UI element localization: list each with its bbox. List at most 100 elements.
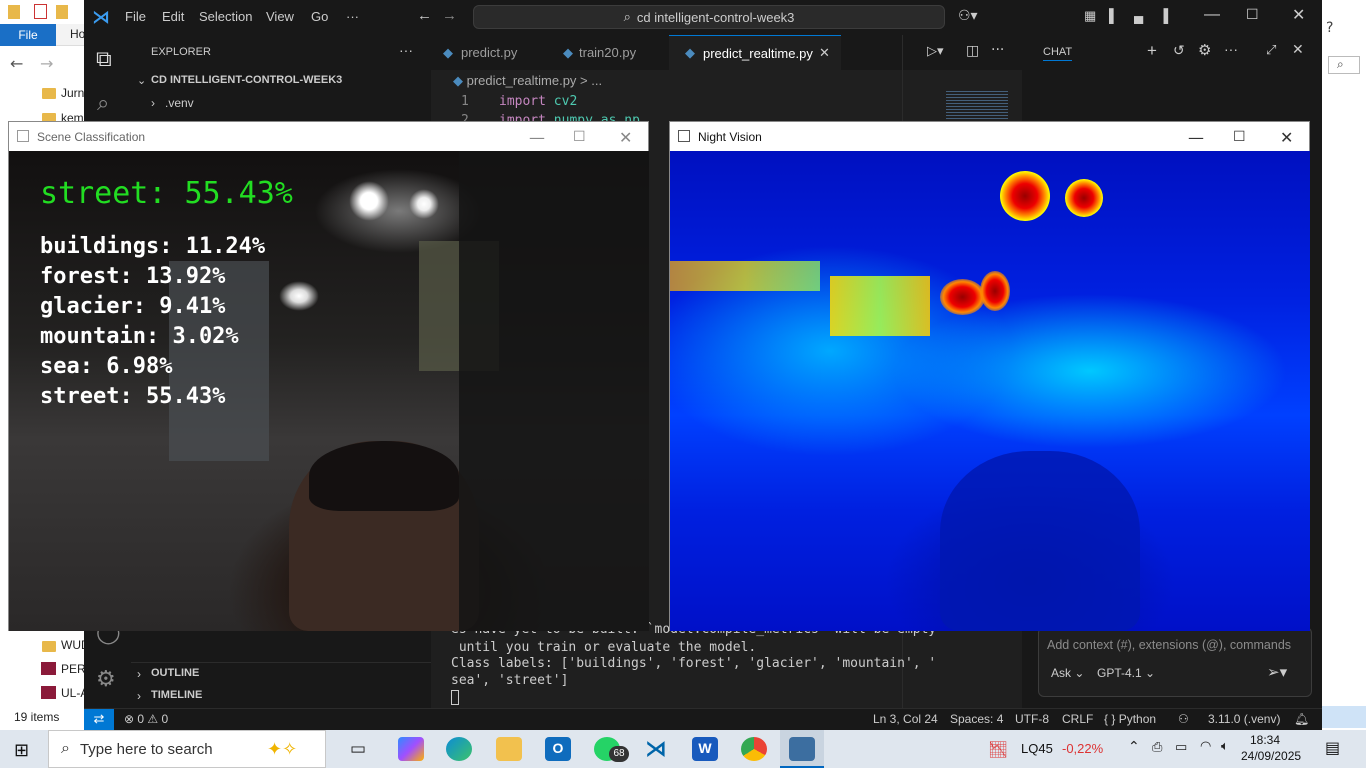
file-explorer-icon[interactable] xyxy=(496,737,522,761)
view-toggle-icon[interactable] xyxy=(1320,706,1366,728)
help-icon[interactable]: ? xyxy=(1326,20,1333,36)
maximize-icon[interactable]: ☐ xyxy=(573,129,586,145)
python-interpreter[interactable]: 3.11.0 (.venv) xyxy=(1208,712,1280,726)
task-view-icon[interactable]: ▭ xyxy=(350,739,366,759)
tab-predict-realtime[interactable]: ◆ predict_realtime.py ✕ xyxy=(669,35,841,70)
chevron-right-icon[interactable]: › xyxy=(137,689,141,703)
copilot-icon[interactable]: ⚇▾ xyxy=(958,7,978,24)
gear-icon[interactable]: ⚙ xyxy=(1198,41,1211,59)
stock-name[interactable]: LQ45 xyxy=(1021,741,1053,756)
windows-start-icon[interactable]: ⊞ xyxy=(14,740,29,761)
copilot-icon[interactable] xyxy=(398,737,424,761)
toggle-panel-icon[interactable]: ▄ xyxy=(1134,8,1143,23)
stock-chart-icon[interactable]: 📉︎ xyxy=(988,740,1008,759)
chat-model-select[interactable]: GPT-4.1 ⌄ xyxy=(1097,666,1155,680)
timeline-section[interactable]: TIMELINE xyxy=(151,689,202,701)
gear-icon[interactable]: ⚙ xyxy=(96,667,116,692)
minimize-icon[interactable]: — xyxy=(1204,6,1220,24)
word-icon[interactable]: W xyxy=(692,737,718,761)
chat-input[interactable]: Add context (#), extensions (@), command… xyxy=(1038,627,1312,697)
close-icon[interactable]: ✕ xyxy=(1292,41,1304,58)
terminal-cursor xyxy=(451,690,459,705)
toggle-secondary-sidebar-icon[interactable]: ▐ xyxy=(1159,8,1168,23)
vscode-icon[interactable]: ⋊ xyxy=(643,737,669,762)
indentation[interactable]: Spaces: 4 xyxy=(950,712,1003,726)
new-chat-icon[interactable]: + xyxy=(1147,41,1157,61)
list-item[interactable]: Jurn xyxy=(61,86,84,100)
chevron-right-icon[interactable]: › xyxy=(137,667,141,681)
maximize-icon[interactable]: ☐ xyxy=(1233,129,1246,145)
taskbar-search[interactable]: ⌕ Type here to search ✦✧ xyxy=(48,730,326,768)
nav-back-icon[interactable]: ← xyxy=(417,7,432,24)
clock-date[interactable]: 24/09/2025 xyxy=(1241,749,1301,763)
chrome-icon[interactable] xyxy=(741,737,767,761)
run-icon[interactable]: ▷▾ xyxy=(927,44,944,59)
notifications-icon[interactable]: 🔔︎ xyxy=(1294,712,1309,726)
history-icon[interactable]: ↺ xyxy=(1173,42,1185,59)
copilot-status-icon[interactable]: ⚇ xyxy=(1178,712,1189,726)
menu-file[interactable]: File xyxy=(125,9,146,24)
language-label: Python xyxy=(1118,712,1157,726)
tab-predict[interactable]: ◆ predict.py xyxy=(431,35,549,70)
prediction-forest: forest: 13.92% xyxy=(40,264,226,289)
more-actions-icon[interactable]: ··· xyxy=(1224,41,1238,57)
breadcrumb[interactable]: ◆ predict_realtime.py > ... xyxy=(453,73,602,89)
maximize-icon[interactable]: ⤢ xyxy=(1266,42,1276,58)
code-line[interactable]: import cv2 xyxy=(499,94,577,109)
outlook-icon[interactable]: O xyxy=(545,737,571,761)
nav-forward-icon[interactable]: → xyxy=(442,7,457,24)
layout-customize-icon[interactable]: ▦ xyxy=(1084,8,1096,24)
language-mode[interactable]: { } Python xyxy=(1104,712,1156,726)
more-actions-icon[interactable]: ··· xyxy=(399,42,413,58)
menu-selection[interactable]: Selection xyxy=(199,9,252,24)
encoding[interactable]: UTF-8 xyxy=(1015,712,1049,726)
minimize-icon[interactable]: — xyxy=(1188,128,1204,147)
edge-icon[interactable] xyxy=(446,737,472,761)
more-actions-icon[interactable]: ··· xyxy=(991,42,1004,58)
tree-item-venv[interactable]: .venv xyxy=(165,96,194,110)
menu-go[interactable]: Go xyxy=(311,9,328,24)
toggle-primary-sidebar-icon[interactable]: ▌ xyxy=(1109,8,1118,23)
search-icon[interactable]: ⌕ xyxy=(1328,56,1360,74)
chat-mode-select[interactable]: Ask ⌄ xyxy=(1051,666,1084,680)
menu-edit[interactable]: Edit xyxy=(162,9,184,24)
problems-indicator[interactable]: ⊗ 0 ⚠ 0 xyxy=(124,712,168,726)
search-icon[interactable]: ⌕ xyxy=(97,91,109,116)
chat-title[interactable]: CHAT xyxy=(1043,46,1073,61)
close-icon[interactable]: ✕ xyxy=(1280,128,1293,147)
menu-more[interactable]: ··· xyxy=(346,9,359,24)
maximize-icon[interactable]: ☐ xyxy=(1246,6,1259,23)
cursor-position[interactable]: Ln 3, Col 24 xyxy=(873,712,938,726)
command-center[interactable]: ⌕ cd intelligent-control-week3 xyxy=(473,5,945,29)
battery-icon[interactable]: ▭ xyxy=(1175,740,1187,755)
notification-center-icon[interactable]: ▤ xyxy=(1325,738,1340,757)
chevron-right-icon[interactable]: › xyxy=(151,96,155,110)
back-arrow-icon[interactable]: ← xyxy=(10,54,23,73)
chevron-up-icon[interactable]: ⌃ xyxy=(1128,739,1140,755)
sparkle-icon[interactable]: ✦✧ xyxy=(267,739,297,760)
outline-section[interactable]: OUTLINE xyxy=(151,667,199,679)
send-icon[interactable]: ➢▾ xyxy=(1267,663,1287,681)
close-icon[interactable]: ✕ xyxy=(819,45,830,61)
wifi-icon[interactable]: ◠ xyxy=(1200,739,1211,754)
close-icon[interactable]: ✕ xyxy=(619,128,632,147)
night-vision-frame xyxy=(670,151,1310,631)
forward-arrow-icon[interactable]: → xyxy=(40,54,53,73)
explorer-icon[interactable]: ⧉ xyxy=(96,47,112,72)
remote-icon[interactable]: ⇄ xyxy=(84,709,114,730)
chevron-down-icon[interactable]: ⌄ xyxy=(137,74,146,87)
minimap[interactable] xyxy=(946,91,1008,121)
minimize-icon[interactable]: — xyxy=(529,128,545,147)
split-editor-icon[interactable]: ◫ xyxy=(966,43,979,59)
close-icon[interactable]: ✕ xyxy=(1292,5,1305,25)
checklist-icon[interactable] xyxy=(34,4,47,19)
eol[interactable]: CRLF xyxy=(1062,712,1093,726)
python-app-taskbar-item[interactable] xyxy=(780,730,824,768)
menu-view[interactable]: View xyxy=(266,9,294,24)
tab-train20[interactable]: ◆ train20.py xyxy=(549,35,669,70)
device-icon[interactable]: ⎙ xyxy=(1152,740,1162,755)
clock-time[interactable]: 18:34 xyxy=(1250,733,1280,747)
file-menu-button[interactable]: File xyxy=(0,24,56,46)
volume-icon[interactable]: 🔈︎ xyxy=(1221,739,1229,754)
workspace-root[interactable]: CD INTELLIGENT-CONTROL-WEEK3 xyxy=(151,74,342,86)
